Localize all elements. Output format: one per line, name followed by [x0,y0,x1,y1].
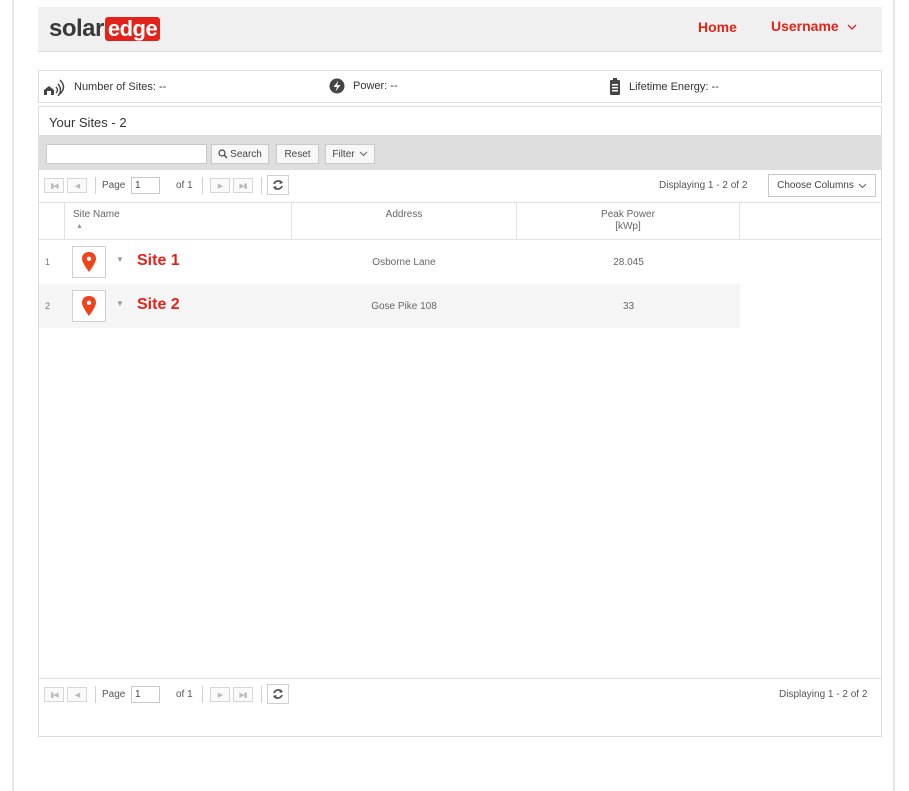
user-menu[interactable]: Username [771,18,857,34]
chevron-down-icon [847,24,857,30]
stat-lifetime-energy: Lifetime Energy: -- [609,78,719,96]
reset-button[interactable]: Reset [276,144,319,164]
top-header: solar edge Home Username [38,7,882,52]
prev-page-button[interactable]: ◀ [67,687,87,702]
site-address: Osborne Lane [372,257,436,268]
sites-panel: Your Sites - 2 Search Reset Filter ▮◀ ◀ … [38,106,882,737]
stat-number-of-sites: Number of Sites: -- [42,78,166,96]
next-page-button[interactable]: ▶ [210,687,230,702]
table-row[interactable]: 1 ▼ Site 1 Osborne Lane 28.045 [39,240,740,284]
refresh-button[interactable] [267,175,289,195]
search-toolbar: Search Reset Filter [39,136,881,170]
grid-header: Site Name ▲ Address Peak Power [kWp] [39,203,881,240]
first-page-button[interactable]: ▮◀ [44,687,64,702]
column-header-site-name[interactable]: Site Name ▲ [65,203,292,240]
refresh-button[interactable] [267,684,289,704]
site-name-header-label: Site Name [73,209,120,220]
site-location-button[interactable] [72,246,106,278]
pager-separator [95,686,96,703]
site-name-link[interactable]: Site 1 [137,252,180,270]
stat-power-label: Power: -- [353,80,398,92]
peak-power-header-label: Peak Power [601,209,655,220]
panel-title: Your Sites - 2 [39,107,881,136]
site-address: Gose Pike 108 [371,301,437,312]
pager-separator [202,177,203,194]
stat-power: Power: -- [329,78,398,94]
last-page-button[interactable]: ▶▮ [233,687,253,702]
refresh-icon [273,180,283,190]
bottom-pagination: ▮◀ ◀ Page of 1 ▶ ▶▮ Displaying 1 - 2 of … [39,678,881,711]
map-pin-icon [82,252,96,272]
page-number-input[interactable] [131,686,160,703]
pager-separator [261,177,262,194]
page-number-input[interactable] [131,177,160,194]
site-peak-power: 28.045 [613,257,644,268]
prev-page-button[interactable]: ◀ [67,178,87,193]
nav-home-link[interactable]: Home [698,19,737,35]
page-label: Page [102,180,126,191]
table-row[interactable]: 2 ▼ Site 2 Gose Pike 108 33 [39,284,740,328]
pager-separator [202,686,203,703]
pager-separator [95,177,96,194]
page-frame-right [893,0,895,791]
next-page-button[interactable]: ▶ [210,178,230,193]
page-frame-left [12,0,14,791]
filter-button-label: Filter [332,148,355,160]
page-label: Page [102,689,126,700]
stat-sites-label: Number of Sites: -- [74,81,167,93]
search-button-label: Search [230,148,262,160]
page-of-label: of 1 [176,689,193,700]
displaying-count: Displaying 1 - 2 of 2 [779,689,868,700]
refresh-icon [273,689,283,699]
site-name-link[interactable]: Site 2 [137,296,180,314]
battery-icon [610,78,620,95]
logo-solar: solar [49,15,104,42]
column-header-address[interactable]: Address [292,203,517,240]
pager-separator [261,686,262,703]
top-pagination: ▮◀ ◀ Page of 1 ▶ ▶▮ Displaying 1 - 2 of … [39,170,881,203]
displaying-count: Displaying 1 - 2 of 2 [659,180,748,191]
column-header-peak-power[interactable]: Peak Power [kWp] [517,203,740,240]
site-location-button[interactable] [72,290,106,322]
search-icon [218,149,228,159]
sites-icon [44,79,65,96]
choose-columns-label: Choose Columns [777,180,854,191]
row-number: 1 [45,257,51,267]
username-label: Username [771,18,839,34]
logo-edge: edge [104,17,161,41]
expand-caret-icon[interactable]: ▼ [116,299,124,308]
expand-caret-icon[interactable]: ▼ [116,255,124,264]
site-peak-power: 33 [622,301,635,312]
row-number-header [39,203,65,240]
chevron-down-icon [359,151,367,157]
search-button[interactable]: Search [211,144,269,164]
map-pin-icon [82,296,96,316]
search-input[interactable] [46,144,207,164]
power-bolt-icon [329,78,345,94]
sort-ascending-icon: ▲ [76,223,83,230]
last-page-button[interactable]: ▶▮ [233,178,253,193]
filter-button[interactable]: Filter [325,144,375,164]
choose-columns-button[interactable]: Choose Columns [768,174,876,197]
chevron-down-icon [858,183,867,188]
stat-energy-label: Lifetime Energy: -- [629,81,719,93]
page-of-label: of 1 [176,180,193,191]
summary-stats-bar: Number of Sites: -- Power: -- Lifetime E… [38,70,882,103]
row-number: 2 [45,301,51,311]
peak-power-unit-label: [kWp] [615,221,641,232]
solaredge-logo[interactable]: solar edge [49,15,161,42]
first-page-button[interactable]: ▮◀ [44,178,64,193]
